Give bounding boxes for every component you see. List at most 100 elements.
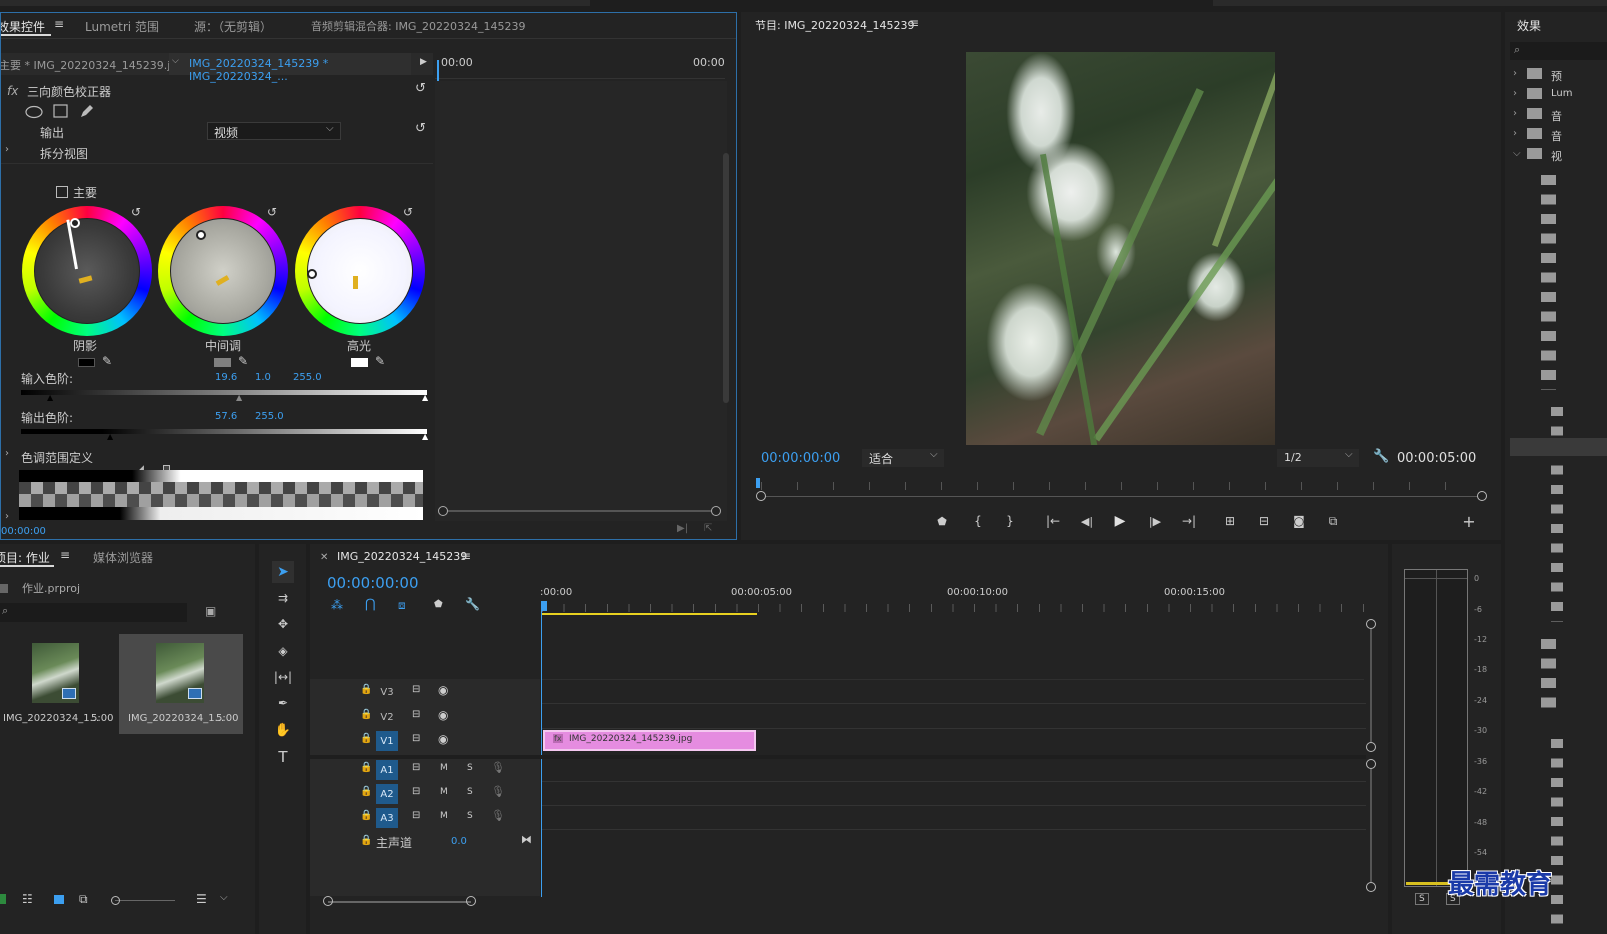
ellipse-mask-icon[interactable]: [25, 105, 43, 119]
sequence-clip-dropdown[interactable]: ⌵ IMG_20220324_145239 * IMG_20220324_...: [169, 53, 411, 83]
lift-icon[interactable]: ⊞: [1219, 510, 1241, 532]
output-level-white[interactable]: 255.0: [255, 411, 284, 422]
icon-view-icon[interactable]: [54, 895, 64, 904]
effects-title[interactable]: 效果: [1517, 17, 1541, 34]
lock-icon[interactable]: 🔒: [360, 709, 372, 720]
microphone-icon[interactable]: 🎙: [491, 809, 505, 822]
mute-button[interactable]: M: [440, 763, 448, 773]
expand-chevron-icon[interactable]: ›: [5, 511, 9, 522]
input-levels-gradient[interactable]: [21, 390, 427, 395]
eyedropper-icon[interactable]: ✎: [375, 354, 385, 368]
list-view-icon[interactable]: ☷: [22, 892, 33, 906]
ripple-edit-tool-icon[interactable]: ✥: [272, 613, 294, 635]
timeline-tab[interactable]: IMG_20220324_145239: [337, 550, 467, 563]
midtones-reset-icon[interactable]: ↺: [267, 205, 277, 219]
add-marker-icon[interactable]: ⬟: [931, 510, 953, 532]
razor-tool-icon[interactable]: ◈: [272, 640, 294, 662]
shadows-swatch[interactable]: [78, 358, 95, 367]
effects-search-input[interactable]: ⌕: [1510, 42, 1607, 60]
hand-tool-icon[interactable]: ✋: [272, 719, 294, 741]
highlights-swatch[interactable]: [351, 358, 368, 367]
sort-icon[interactable]: ☰: [196, 892, 207, 906]
pen-tool-icon[interactable]: ✒: [272, 692, 294, 714]
mark-out-icon[interactable]: }: [999, 510, 1021, 532]
program-scrub-bar[interactable]: [761, 496, 1481, 497]
microphone-icon[interactable]: 🎙: [491, 761, 505, 774]
panel-menu-icon[interactable]: ≡: [909, 16, 919, 30]
ec-vertical-scrollbar[interactable]: [723, 153, 729, 403]
solo-button[interactable]: S: [467, 763, 473, 773]
slip-tool-icon[interactable]: |↔|: [272, 666, 294, 688]
chevron-down-icon[interactable]: ⌵: [220, 892, 228, 903]
go-to-edit-icon[interactable]: ⧓: [521, 833, 532, 846]
wrench-icon[interactable]: 🔧: [1373, 449, 1389, 464]
tab-media-browser[interactable]: 媒体浏览器: [93, 549, 153, 566]
track-select-tool-icon[interactable]: ⇉: [272, 587, 294, 609]
play-only-icon[interactable]: ▶: [420, 57, 427, 67]
sync-lock-icon[interactable]: ⊟: [412, 733, 420, 744]
extract-icon[interactable]: ⊟: [1253, 510, 1275, 532]
go-to-in-icon[interactable]: |←: [1042, 510, 1064, 532]
solo-button[interactable]: S: [467, 787, 473, 797]
sync-lock-icon[interactable]: ⊟: [412, 786, 420, 797]
highlights-reset-icon[interactable]: ↺: [403, 205, 413, 219]
microphone-icon[interactable]: 🎙: [491, 785, 505, 798]
eye-icon[interactable]: ◉: [438, 732, 448, 746]
zoom-fit-dropdown[interactable]: 适合 ⌵: [862, 449, 944, 467]
eye-icon[interactable]: ◉: [438, 708, 448, 722]
timeline-vertical-scrollbar[interactable]: [1370, 629, 1372, 742]
highlights-wheel[interactable]: [295, 206, 425, 336]
lock-icon[interactable]: 🔒: [360, 762, 372, 773]
lock-icon[interactable]: 🔒: [360, 786, 372, 797]
eyedropper-icon[interactable]: ✎: [238, 354, 248, 368]
solo-button[interactable]: S: [467, 811, 473, 821]
reset-output-icon[interactable]: ↺: [415, 121, 426, 136]
project-item[interactable]: IMG_20220324_1... 5:00: [119, 634, 243, 734]
export-icon[interactable]: ⇱: [704, 523, 712, 534]
ec-horizontal-scrollbar[interactable]: [442, 510, 717, 512]
sync-lock-icon[interactable]: ⊟: [412, 810, 420, 821]
timeline-horizontal-scrollbar[interactable]: [328, 901, 471, 903]
render-icon[interactable]: ▶|: [677, 523, 688, 534]
lock-icon[interactable]: [0, 894, 6, 904]
zoom-slider[interactable]: [115, 900, 175, 901]
timeline-ruler[interactable]: [542, 604, 1366, 612]
tab-project[interactable]: 项目: 作业: [0, 549, 50, 566]
output-levels-gradient[interactable]: [21, 429, 427, 434]
fx-icon[interactable]: fx: [7, 84, 18, 98]
eyedropper-icon[interactable]: ✎: [102, 354, 112, 368]
output-dropdown[interactable]: 视频 ⌵: [207, 122, 341, 140]
sync-lock-icon[interactable]: ⊟: [412, 709, 420, 720]
tab-menu-icon[interactable]: ≡: [54, 17, 64, 31]
shadows-wheel[interactable]: [22, 206, 152, 336]
midtones-wheel[interactable]: [158, 206, 288, 336]
camera-icon[interactable]: ◙: [1288, 510, 1310, 532]
compare-view-icon[interactable]: ⧉: [1322, 510, 1344, 532]
mark-in-icon[interactable]: {: [967, 510, 989, 532]
selection-tool-icon[interactable]: ➤: [272, 561, 294, 583]
input-level-white[interactable]: 255.0: [293, 372, 322, 383]
timeline-timecode[interactable]: 00:00:00:00: [327, 574, 419, 592]
linked-selection-icon[interactable]: ⧈: [398, 598, 406, 613]
master-checkbox[interactable]: [56, 186, 68, 198]
sync-lock-icon[interactable]: ⊟: [412, 762, 420, 773]
step-back-icon[interactable]: ◀|: [1076, 510, 1098, 532]
timeline-audio-scrollbar[interactable]: [1370, 769, 1372, 882]
tab-source[interactable]: 源：（无剪辑）: [194, 18, 272, 35]
tab-menu-icon[interactable]: ≡: [60, 548, 70, 562]
rectangle-mask-icon[interactable]: [53, 104, 69, 119]
lock-icon[interactable]: 🔒: [360, 684, 372, 695]
mute-button[interactable]: M: [440, 811, 448, 821]
eye-icon[interactable]: ◉: [438, 683, 448, 697]
tonal-range-bar[interactable]: [19, 470, 423, 482]
tab-audio-clip-mixer[interactable]: 音频剪辑混合器: IMG_20220324_145239: [311, 18, 525, 34]
timeline-clip[interactable]: fx IMG_20220324_145239.jpg: [543, 730, 756, 751]
program-timecode[interactable]: 00:00:00:00: [761, 451, 840, 466]
effects-selected-item[interactable]: [1510, 438, 1607, 456]
freeform-view-icon[interactable]: ⧉: [79, 892, 88, 907]
timeline-settings-icon[interactable]: 🔧: [465, 597, 480, 611]
tab-effect-controls[interactable]: 效果控件: [1, 18, 45, 35]
new-bin-icon[interactable]: ▣: [205, 604, 216, 618]
lock-icon[interactable]: 🔒: [360, 835, 372, 846]
tab-menu-icon[interactable]: ≡: [461, 549, 471, 563]
